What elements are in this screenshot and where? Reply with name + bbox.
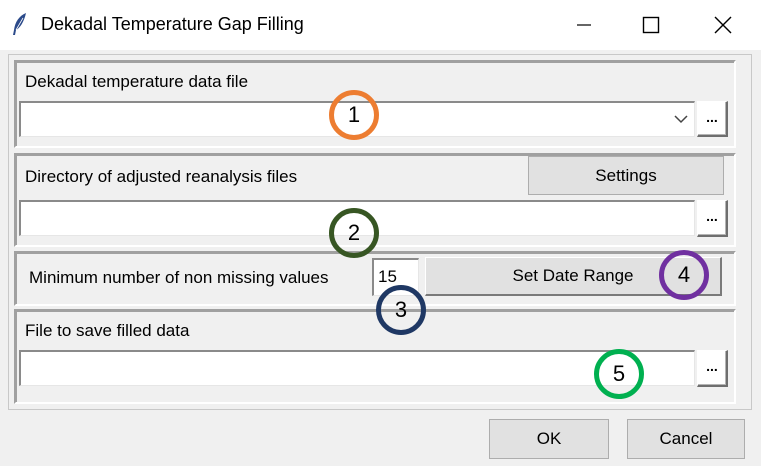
settings-button[interactable]: Settings xyxy=(528,156,724,195)
save-file-browse-button[interactable]: ... xyxy=(697,350,728,387)
maximize-icon xyxy=(642,16,660,34)
reanalysis-label: Directory of adjusted reanalysis files xyxy=(25,167,298,186)
data-file-browse-button[interactable]: ... xyxy=(697,101,728,137)
title-bar: Dekadal Temperature Gap Filling xyxy=(0,0,761,50)
minimize-icon xyxy=(577,24,591,26)
cancel-button[interactable]: Cancel xyxy=(627,419,745,459)
annotation-number: 4 xyxy=(677,262,691,287)
data-file-label: Dekadal temperature data file xyxy=(25,72,249,91)
annotation-marker-4: 4 xyxy=(659,250,709,300)
feather-icon xyxy=(13,13,26,35)
annotation-marker-1: 1 xyxy=(329,90,379,140)
annotation-number: 1 xyxy=(347,102,361,127)
annotation-number: 5 xyxy=(612,361,626,386)
window-title: Dekadal Temperature Gap Filling xyxy=(41,14,304,34)
annotation-marker-5: 5 xyxy=(594,349,644,399)
minimize-button[interactable] xyxy=(553,0,615,50)
annotation-number: 3 xyxy=(394,297,408,322)
save-file-label: File to save filled data xyxy=(25,321,190,340)
close-button[interactable] xyxy=(692,0,754,50)
annotation-marker-2: 2 xyxy=(329,208,379,258)
annotation-marker-3: 3 xyxy=(376,285,426,335)
annotation-number: 2 xyxy=(347,220,361,245)
close-icon xyxy=(714,16,732,34)
reanalysis-browse-button[interactable]: ... xyxy=(697,200,728,237)
ok-button[interactable]: OK xyxy=(489,419,609,459)
maximize-button[interactable] xyxy=(620,0,682,50)
chevron-down-icon[interactable] xyxy=(674,114,688,124)
min-values-label: Minimum number of non missing values xyxy=(29,268,329,287)
